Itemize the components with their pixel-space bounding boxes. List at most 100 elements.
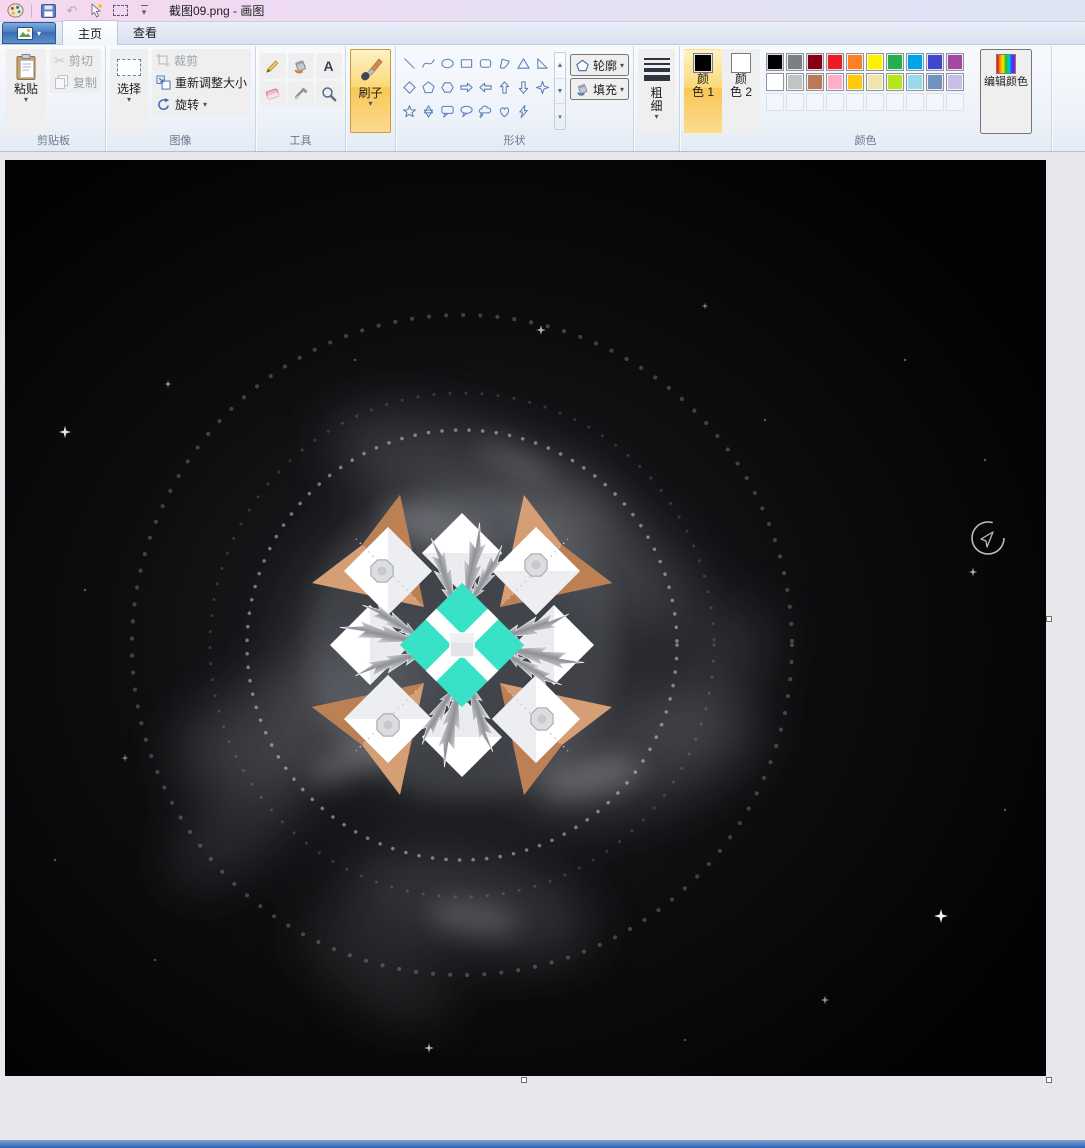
chevron-down-icon: ▾ — [619, 60, 624, 70]
shape-diamond[interactable] — [400, 75, 419, 99]
palette-swatch[interactable] — [826, 73, 844, 91]
crop-label: 裁剪 — [173, 53, 198, 68]
palette-swatch[interactable] — [826, 53, 844, 71]
palette-swatch[interactable] — [926, 53, 944, 71]
pointer-button[interactable] — [85, 2, 107, 20]
shape-polygon[interactable] — [495, 51, 514, 75]
selection-qat-button[interactable] — [109, 2, 131, 20]
canvas-resize-handle-right[interactable] — [1046, 616, 1052, 622]
shape-six-point-star[interactable] — [419, 99, 438, 123]
shape-right-arrow[interactable] — [457, 75, 476, 99]
crop-button[interactable]: 裁剪 — [151, 49, 251, 71]
save-button[interactable] — [37, 2, 59, 20]
ribbon-filler — [1052, 46, 1085, 151]
fill-tool-button[interactable] — [287, 53, 314, 79]
fill-button[interactable]: 填充 ▾ — [569, 78, 629, 100]
palette-swatch[interactable] — [766, 53, 784, 71]
color1-button[interactable]: 颜 色 1 — [684, 49, 722, 134]
rotate-button[interactable]: 旋转 ▾ — [151, 93, 251, 115]
palette-empty-slot[interactable] — [826, 93, 844, 111]
size-button[interactable]: 粗细 ▾ — [638, 49, 675, 133]
palette-swatch[interactable] — [886, 53, 904, 71]
shape-rounded-callout[interactable] — [438, 99, 457, 123]
canvas[interactable] — [5, 160, 1046, 1102]
shape-four-point-star[interactable] — [533, 75, 552, 99]
palette-swatch[interactable] — [766, 73, 784, 91]
palette-empty-slot[interactable] — [806, 93, 824, 111]
chevron-down-icon: ▾ — [141, 6, 147, 17]
image-group-label: 图像 — [169, 135, 192, 147]
tab-home[interactable]: 主页 — [62, 20, 119, 45]
shape-rectangle[interactable] — [457, 51, 476, 75]
palette-swatch[interactable] — [946, 73, 964, 91]
pencil-tool-button[interactable] — [259, 53, 286, 79]
rotate-label: 旋转 — [174, 97, 199, 112]
qat-customize-button[interactable]: ▾ — [133, 2, 155, 20]
canvas-resize-handle-bottom[interactable] — [521, 1077, 527, 1083]
palette-swatch[interactable] — [786, 73, 804, 91]
palette-swatch[interactable] — [786, 53, 804, 71]
shape-line[interactable] — [400, 51, 419, 75]
palette-empty-slot[interactable] — [926, 93, 944, 111]
shape-right-triangle[interactable] — [533, 51, 552, 75]
cut-button[interactable]: ✂ 剪切 — [49, 49, 101, 71]
app-icon[interactable] — [4, 2, 26, 20]
color-picker-tool-button[interactable] — [287, 81, 314, 107]
palette-empty-slot[interactable] — [866, 93, 884, 111]
shape-oval-callout[interactable] — [457, 99, 476, 123]
brushes-button[interactable]: 刷子 ▾ — [350, 49, 391, 133]
canvas-resize-handle-corner[interactable] — [1046, 1077, 1052, 1083]
shape-lightning[interactable] — [514, 99, 533, 123]
edit-colors-button[interactable]: 编辑颜色 — [980, 49, 1032, 134]
resize-button[interactable]: 重新调整大小 — [151, 71, 251, 93]
shape-triangle[interactable] — [514, 51, 533, 75]
palette-swatch[interactable] — [906, 73, 924, 91]
palette-swatch[interactable] — [846, 73, 864, 91]
shapes-scroll-up-button[interactable]: ▲ — [555, 53, 565, 79]
color2-button[interactable]: 颜 色 2 — [722, 49, 760, 134]
cut-label: 剪切 — [68, 53, 93, 68]
shapes-scroll-down-button[interactable]: ▼ — [555, 79, 565, 105]
palette-empty-slot[interactable] — [846, 93, 864, 111]
palette-swatch[interactable] — [806, 73, 824, 91]
group-shapes: ▲ ▼ ▾ 轮廓 ▾ 填充 ▾ 形状 — [396, 46, 634, 151]
select-button[interactable]: 选择 ▾ — [110, 49, 148, 134]
shape-hexagon[interactable] — [438, 75, 457, 99]
palette-swatch[interactable] — [806, 53, 824, 71]
shapes-more-button[interactable]: ▾ — [555, 104, 565, 129]
text-tool-button[interactable]: A — [315, 53, 342, 79]
palette-empty-slot[interactable] — [906, 93, 924, 111]
taskbar-sliver[interactable] — [0, 1140, 1085, 1148]
paste-button[interactable]: 粘贴 ▾ — [6, 49, 46, 134]
shape-rounded-rectangle[interactable] — [476, 51, 495, 75]
shape-down-arrow[interactable] — [514, 75, 533, 99]
shape-up-arrow[interactable] — [495, 75, 514, 99]
palette-swatch[interactable] — [906, 53, 924, 71]
shape-heart[interactable] — [495, 99, 514, 123]
palette-empty-slot[interactable] — [886, 93, 904, 111]
eraser-tool-button[interactable] — [259, 81, 286, 107]
text-icon: A — [323, 58, 334, 74]
tab-view[interactable]: 查看 — [118, 20, 172, 44]
palette-empty-slot[interactable] — [946, 93, 964, 111]
resize-label: 重新调整大小 — [174, 75, 247, 90]
palette-swatch[interactable] — [846, 53, 864, 71]
shape-cloud-callout[interactable] — [476, 99, 495, 123]
magnifier-tool-button[interactable] — [315, 81, 342, 107]
palette-swatch[interactable] — [946, 53, 964, 71]
palette-swatch[interactable] — [866, 53, 884, 71]
shape-curve[interactable] — [419, 51, 438, 75]
copy-button[interactable]: 复制 — [49, 71, 101, 93]
shape-left-arrow[interactable] — [476, 75, 495, 99]
palette-swatch[interactable] — [866, 73, 884, 91]
shape-oval[interactable] — [438, 51, 457, 75]
palette-swatch[interactable] — [926, 73, 944, 91]
undo-button[interactable]: ↶ — [61, 2, 83, 20]
palette-swatch[interactable] — [886, 73, 904, 91]
palette-empty-slot[interactable] — [786, 93, 804, 111]
palette-empty-slot[interactable] — [766, 93, 784, 111]
shape-pentagon[interactable] — [419, 75, 438, 99]
outline-button[interactable]: 轮廓 ▾ — [569, 54, 629, 76]
application-menu-button[interactable]: ▾ — [2, 22, 56, 44]
shape-five-point-star[interactable] — [400, 99, 419, 123]
